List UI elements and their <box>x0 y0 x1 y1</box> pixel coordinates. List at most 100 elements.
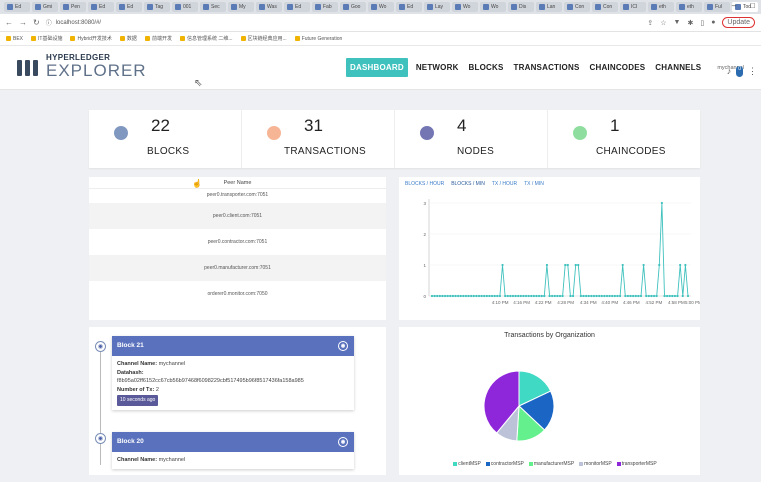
chart-point[interactable] <box>483 294 486 298</box>
chart-point[interactable] <box>475 294 478 298</box>
browser-tab[interactable]: Gmi <box>32 2 58 12</box>
table-row[interactable]: orderer0.monitor.com:7050 <box>89 281 386 307</box>
url-field[interactable]: ⓘ localhost:8080/#/ <box>46 18 101 28</box>
bookmark-item[interactable]: 区块链经典应用... <box>240 35 287 42</box>
chart-point[interactable] <box>551 294 554 298</box>
chart-point[interactable] <box>441 294 444 298</box>
chart-point[interactable] <box>642 263 645 267</box>
chart-point[interactable] <box>485 294 488 298</box>
table-row[interactable]: peer0.transporter.com:7051 <box>89 189 386 203</box>
nav-channels[interactable]: CHANNELS <box>653 59 703 76</box>
chart-point[interactable] <box>666 294 669 298</box>
chart-point[interactable] <box>530 294 533 298</box>
browser-tab[interactable]: Ful <box>704 2 730 12</box>
chart-point[interactable] <box>436 294 439 298</box>
chart-point[interactable] <box>634 294 637 298</box>
chart-point[interactable] <box>538 294 541 298</box>
chart-point[interactable] <box>498 294 502 298</box>
chart-point[interactable] <box>600 294 603 298</box>
chart-point[interactable] <box>645 294 648 298</box>
bookmark-item[interactable]: 信息管理系统 二维... <box>179 35 233 42</box>
chart-point[interactable] <box>464 294 468 298</box>
block-card[interactable]: Block 20 ◉ Channel Name: mychannel <box>112 432 354 469</box>
browser-tab[interactable]: Wo <box>452 2 478 12</box>
chart-point[interactable] <box>676 294 679 298</box>
star-icon[interactable]: ☆ <box>660 19 666 27</box>
table-row[interactable]: peer0.manufacturer.com:7051 <box>89 255 386 281</box>
chart-point[interactable] <box>585 294 588 298</box>
chart-point[interactable] <box>477 294 481 298</box>
chart-point[interactable] <box>582 294 585 298</box>
chart-point[interactable] <box>647 294 650 298</box>
chart-point[interactable] <box>519 294 522 298</box>
chart-point[interactable] <box>598 294 601 298</box>
chart-point[interactable] <box>561 294 564 298</box>
legend-item[interactable]: contractorMSP <box>485 461 524 467</box>
chart-point[interactable] <box>571 294 575 298</box>
browser-tab[interactable]: Lan <box>536 2 562 12</box>
chart-point[interactable] <box>504 294 507 298</box>
browser-tab[interactable]: Sec <box>200 2 226 12</box>
browser-tab[interactable]: Fab <box>312 2 338 12</box>
bookmark-item[interactable]: BEX <box>6 36 23 42</box>
browser-tab[interactable]: Tag <box>144 2 170 12</box>
chart-point[interactable] <box>454 294 457 298</box>
chart-point[interactable] <box>451 294 454 298</box>
browser-tab[interactable]: Con <box>564 2 590 12</box>
browser-tab[interactable]: Ed <box>88 2 114 12</box>
chart-point[interactable] <box>535 294 538 298</box>
table-row[interactable]: peer0.contractor.com:7051 <box>89 229 386 255</box>
chart-point[interactable] <box>587 294 590 298</box>
chart-point[interactable] <box>632 294 635 298</box>
browser-tab[interactable]: eth <box>648 2 674 12</box>
chart-point[interactable] <box>480 294 483 298</box>
browser-tab[interactable]: My <box>228 2 254 12</box>
browser-tab[interactable]: Dis <box>508 2 534 12</box>
chart-point[interactable] <box>449 294 452 298</box>
chart-point[interactable] <box>595 294 598 298</box>
browser-tab[interactable]: Wo <box>368 2 394 12</box>
chart-point[interactable] <box>629 294 632 298</box>
chart-point[interactable] <box>637 294 640 298</box>
chart-point[interactable] <box>459 294 462 298</box>
back-icon[interactable]: ← <box>5 18 13 27</box>
nav-transactions[interactable]: TRANSACTIONS <box>512 59 582 76</box>
chart-point[interactable] <box>548 294 551 298</box>
legend-item[interactable]: monitorMSP <box>579 461 612 467</box>
chart-point[interactable] <box>522 294 525 298</box>
forward-icon[interactable]: → <box>19 18 27 27</box>
chart-point[interactable] <box>553 294 556 298</box>
chart-point[interactable] <box>472 294 475 298</box>
block-expand-icon[interactable]: ◉ <box>338 437 348 447</box>
bookmark-item[interactable]: IT基础设施 <box>31 35 62 42</box>
chart-point[interactable] <box>496 294 499 298</box>
chart-point[interactable] <box>457 294 460 298</box>
chart-point[interactable] <box>611 294 614 298</box>
chart-point[interactable] <box>608 294 611 298</box>
puzzle-icon[interactable]: ✱ <box>687 19 693 27</box>
chart-point[interactable] <box>566 263 569 267</box>
chart-point[interactable] <box>639 294 643 298</box>
block-card[interactable]: Block 21 ◉ Channel Name: mychannel Datah… <box>112 336 354 410</box>
chart-point[interactable] <box>540 294 543 298</box>
chart-point[interactable] <box>671 294 674 298</box>
chart-point[interactable] <box>618 294 622 298</box>
chart-point[interactable] <box>517 294 520 298</box>
bookmark-item[interactable]: Hybrid开发技术 <box>70 35 112 42</box>
avatar[interactable]: ● <box>711 19 715 26</box>
legend-item[interactable]: manufacturerMSP <box>528 461 574 467</box>
chart-point[interactable] <box>493 294 496 298</box>
chart-point[interactable] <box>532 294 535 298</box>
chart-point[interactable] <box>467 294 470 298</box>
more-icon[interactable]: ⋮ <box>748 66 757 77</box>
chart-point[interactable] <box>673 294 677 298</box>
chart-point[interactable] <box>524 294 528 298</box>
chart-point[interactable] <box>686 294 690 298</box>
chart-point[interactable] <box>558 294 562 298</box>
chart-point[interactable] <box>443 294 447 298</box>
browser-tab[interactable]: Ed <box>116 2 142 12</box>
chart-point[interactable] <box>470 294 473 298</box>
chart-point[interactable] <box>663 294 666 298</box>
peers-table-header[interactable]: Peer Name <box>89 177 386 189</box>
chart-point[interactable] <box>621 263 624 267</box>
